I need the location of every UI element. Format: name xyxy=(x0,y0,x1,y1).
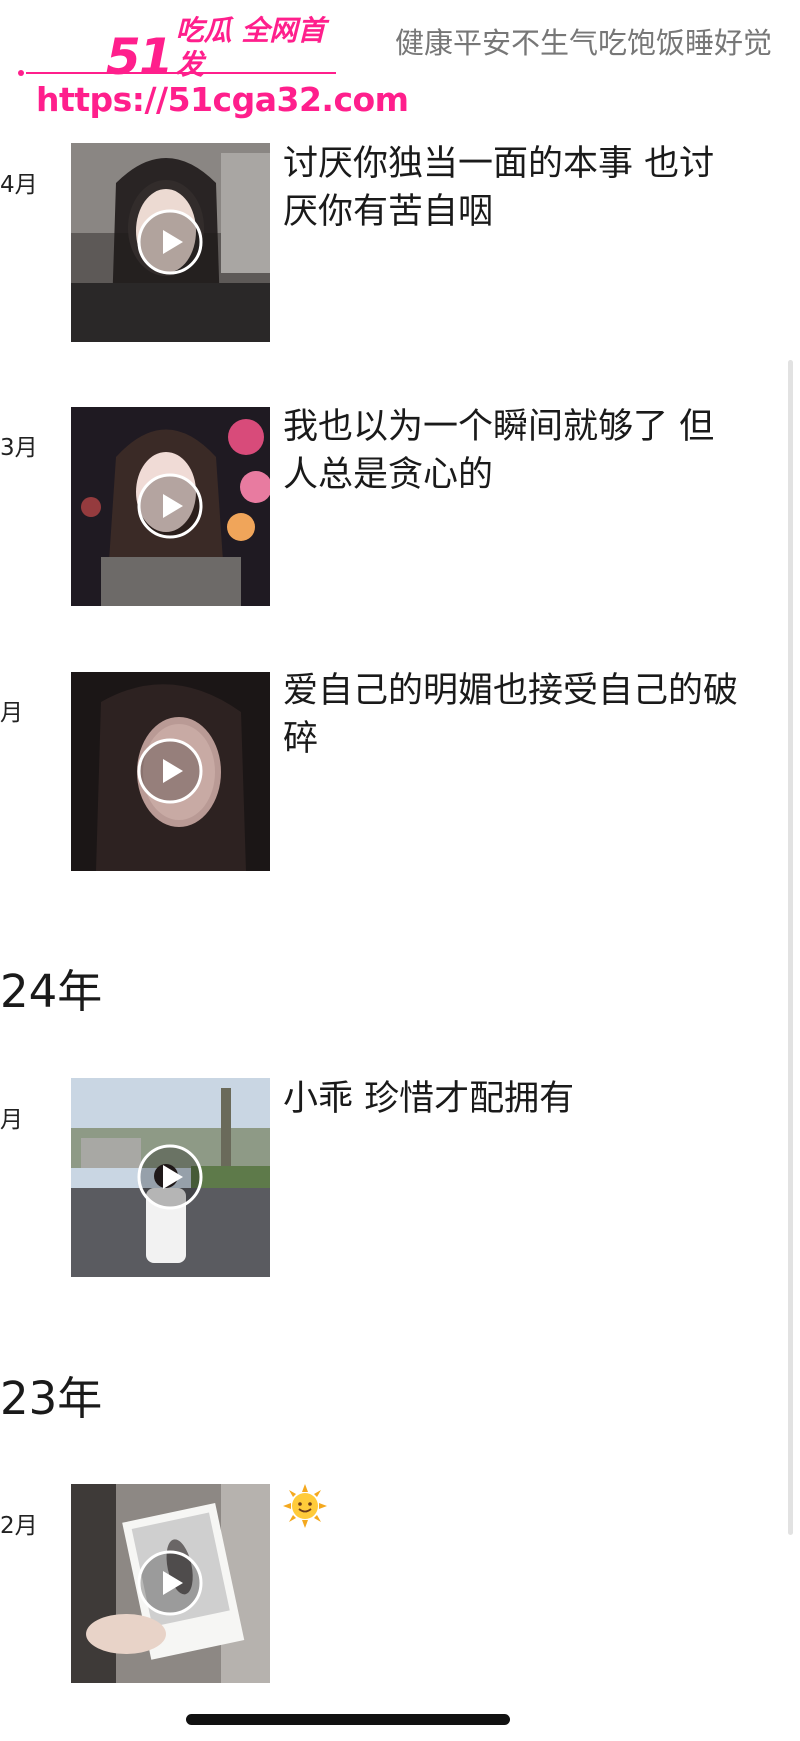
year-header: 24年 xyxy=(0,965,103,1018)
scrollbar[interactable] xyxy=(788,360,793,1535)
play-icon xyxy=(137,473,203,539)
play-icon xyxy=(137,1144,203,1210)
post-caption: 爱自己的明媚也接受自己的破碎 xyxy=(283,671,739,759)
video-thumbnail[interactable] xyxy=(71,407,270,606)
video-thumbnail[interactable] xyxy=(71,672,270,871)
watermark-underline xyxy=(18,70,336,76)
video-thumbnail[interactable] xyxy=(71,143,270,342)
watermark: 51 吃瓜 全网首发 https://51cga32.com xyxy=(18,14,409,124)
play-icon xyxy=(137,1550,203,1616)
watermark-url: https://51cga32.com xyxy=(36,80,409,119)
post-caption: 讨厌你独当一面的本事 也讨厌你有苦自咽 xyxy=(283,144,715,232)
post-month: 2月 xyxy=(0,1513,38,1539)
video-thumbnail[interactable] xyxy=(71,1484,270,1683)
video-thumbnail[interactable] xyxy=(71,1078,270,1277)
year-header: 23年 xyxy=(0,1372,103,1425)
post-month: 3月 xyxy=(0,435,38,461)
post-month: 月 xyxy=(0,1107,23,1133)
post-caption: 小乖 珍惜才配拥有 xyxy=(283,1079,575,1119)
post-month: 月 xyxy=(0,700,23,726)
post-caption: 我也以为一个瞬间就够了 但人总是贪心的 xyxy=(283,407,715,495)
sun-with-face-icon xyxy=(283,1484,327,1528)
post-month: 4月 xyxy=(0,172,38,198)
home-indicator[interactable] xyxy=(186,1714,510,1725)
play-icon xyxy=(137,738,203,804)
play-icon xyxy=(137,209,203,275)
profile-signature: 健康平安不生气吃饱饭睡好觉 xyxy=(395,26,773,60)
